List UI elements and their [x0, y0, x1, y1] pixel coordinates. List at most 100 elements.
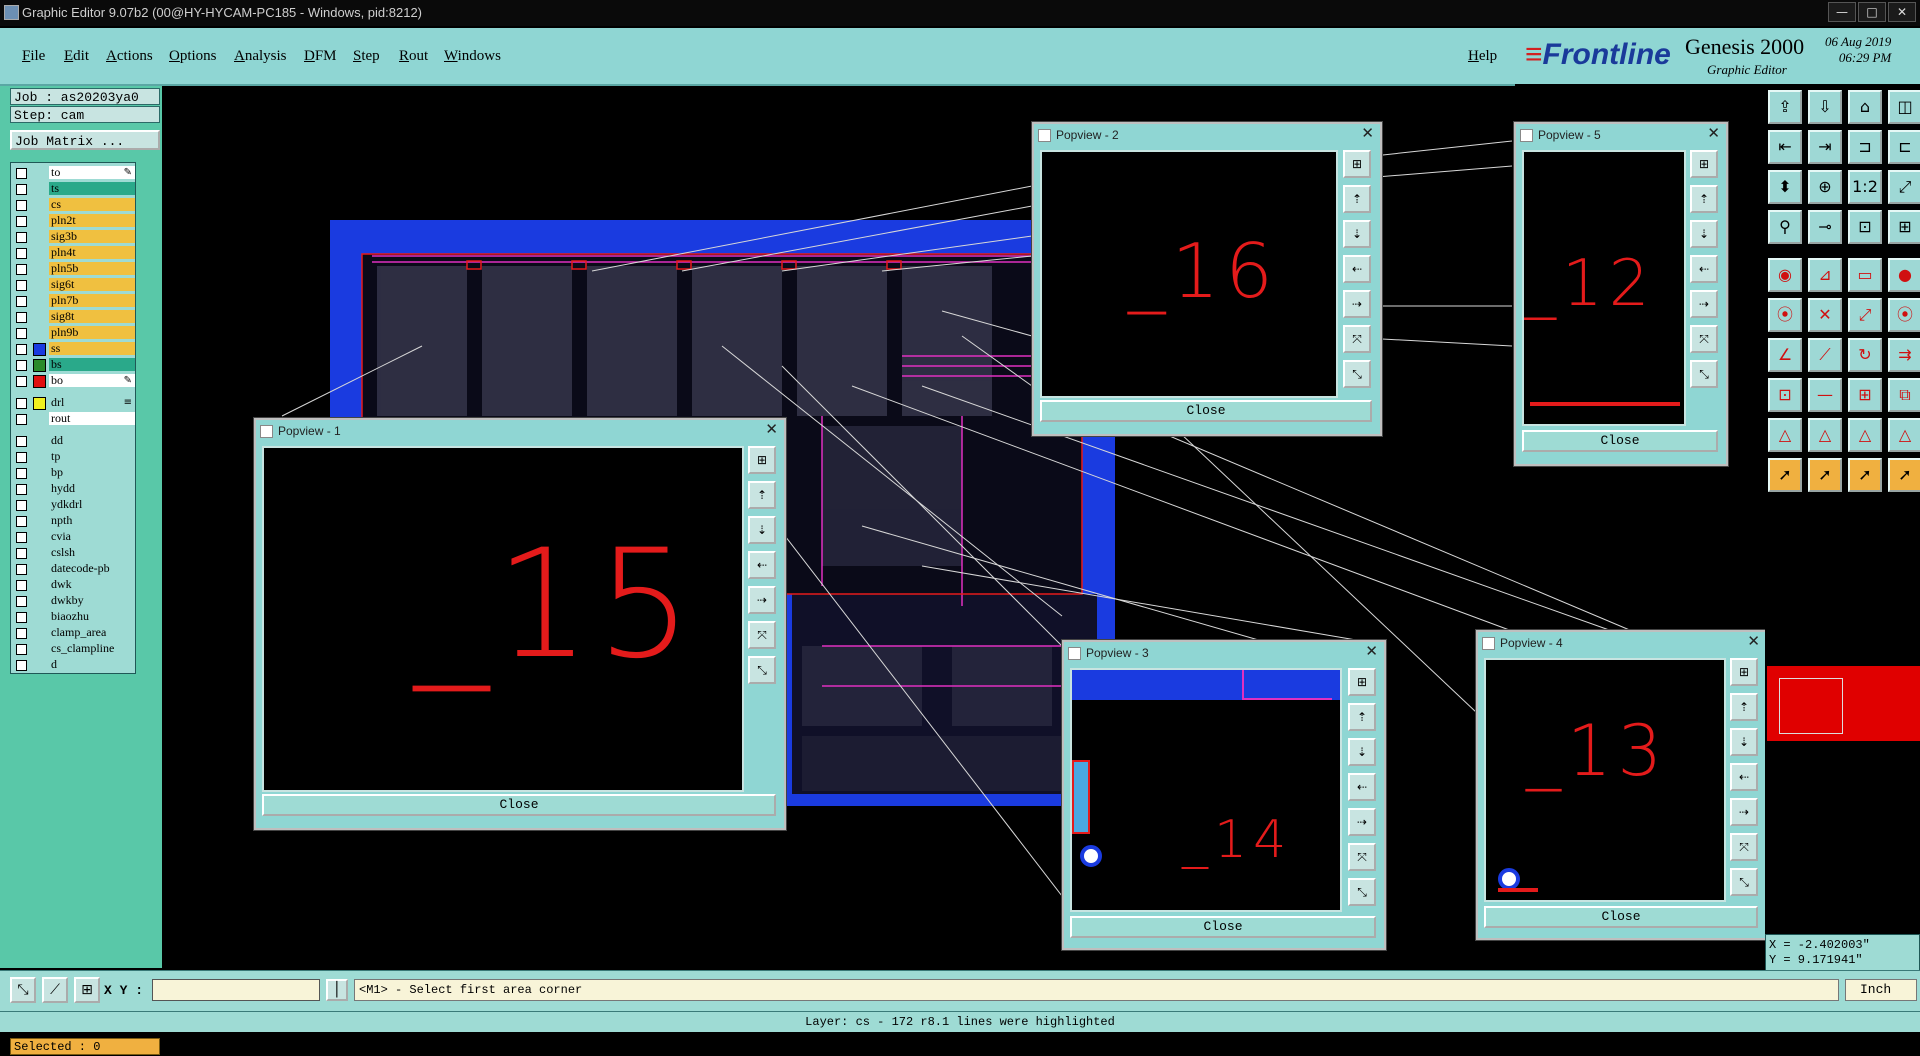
popview-side-button[interactable]: ⇢	[1730, 798, 1758, 826]
layer-checkbox[interactable]	[16, 248, 27, 259]
layer-name[interactable]: ts	[49, 182, 135, 195]
tool-button[interactable]: ⊡	[1848, 210, 1882, 244]
popview-side-button[interactable]: ⊞	[748, 446, 776, 474]
popview-side-button[interactable]: ⤧	[1730, 833, 1758, 861]
layer-checkbox[interactable]	[16, 500, 27, 511]
layer-name[interactable]: pln5b	[49, 262, 135, 275]
tool-button[interactable]: ⌂	[1848, 90, 1882, 124]
layer-row[interactable]: pln7b	[13, 294, 135, 308]
layer-checkbox[interactable]	[16, 360, 27, 371]
layer-row[interactable]: cslsh	[13, 546, 135, 560]
popview-2-titlebar[interactable]: Popview - 2 ✕	[1034, 124, 1380, 146]
layer-name[interactable]: sig8t	[49, 310, 135, 323]
popview-side-button[interactable]: ⇢	[748, 586, 776, 614]
popview-side-button[interactable]: ⊞	[1690, 150, 1718, 178]
layer-row[interactable]: sig8t	[13, 310, 135, 324]
close-icon[interactable]: ✕	[1365, 642, 1378, 660]
layer-row[interactable]: bp	[13, 466, 135, 480]
layer-row[interactable]: dwk	[13, 578, 135, 592]
tool-button[interactable]: ⤢	[1848, 298, 1882, 332]
grid-icon[interactable]: ⊞	[74, 977, 100, 1003]
menu-file[interactable]: File	[22, 48, 45, 65]
layer-row[interactable]: ss	[13, 342, 135, 356]
maximize-button[interactable]: □	[1858, 2, 1886, 22]
xy-input[interactable]	[152, 979, 320, 1001]
layer-name[interactable]: bs	[49, 358, 135, 371]
layer-row[interactable]: cvia	[13, 530, 135, 544]
layer-name[interactable]: tp	[49, 450, 135, 463]
layer-name[interactable]: npth	[49, 514, 135, 527]
tool-button[interactable]: ⧉	[1888, 378, 1920, 412]
layer-row[interactable]: pln2t	[13, 214, 135, 228]
layer-checkbox[interactable]	[16, 564, 27, 575]
tool-button[interactable]: ▭	[1848, 258, 1882, 292]
layer-row[interactable]: biaozhu	[13, 610, 135, 624]
layer-row[interactable]: bs	[13, 358, 135, 372]
layer-checkbox[interactable]	[16, 344, 27, 355]
layer-checkbox[interactable]	[16, 452, 27, 463]
layer-row[interactable]: pln5b	[13, 262, 135, 276]
popview-5[interactable]: Popview - 5 ✕ _12 ⊞ ⇡ ⇣ ⇠ ⇢ ⤧ ⤡ Close	[1514, 122, 1728, 466]
tool-button[interactable]: △	[1768, 418, 1802, 452]
layer-name[interactable]: cslsh	[49, 546, 135, 559]
layer-checkbox[interactable]	[16, 596, 27, 607]
popview-side-button[interactable]: ⤧	[1690, 325, 1718, 353]
layer-name[interactable]: pln7b	[49, 294, 135, 307]
layer-name[interactable]: ss	[49, 342, 135, 355]
popview-side-button[interactable]: ⊞	[1343, 150, 1371, 178]
tool-button[interactable]: ⚲	[1768, 210, 1802, 244]
tool-button[interactable]: ⇩	[1808, 90, 1842, 124]
popview-side-button[interactable]: ⇠	[1343, 255, 1371, 283]
popview-side-button[interactable]: ⊞	[1348, 668, 1376, 696]
close-icon[interactable]: ✕	[765, 420, 778, 438]
popview-side-button[interactable]: ⇡	[1690, 185, 1718, 213]
tool-button[interactable]: ⊐	[1848, 130, 1882, 164]
tool-button[interactable]: △	[1848, 418, 1882, 452]
tool-button[interactable]: ⊸	[1808, 210, 1842, 244]
tool-button[interactable]: △	[1808, 418, 1842, 452]
menu-edit[interactable]: Edit	[64, 48, 89, 65]
layer-checkbox[interactable]	[16, 468, 27, 479]
tool-button[interactable]: ➚	[1808, 458, 1842, 492]
menu-rout[interactable]: Rout	[399, 48, 428, 65]
layer-name[interactable]: to ✎	[49, 166, 135, 179]
layer-name[interactable]: pln2t	[49, 214, 135, 227]
layer-name[interactable]: biaozhu	[49, 610, 135, 623]
menu-options[interactable]: Options	[169, 48, 217, 65]
popview-3-titlebar[interactable]: Popview - 3 ✕	[1064, 642, 1384, 664]
close-icon[interactable]: ✕	[1747, 632, 1760, 650]
tool-button[interactable]: ⊏	[1888, 130, 1920, 164]
layer-name[interactable]: pln4t	[49, 246, 135, 259]
job-matrix-button[interactable]: Job Matrix ...	[10, 130, 160, 150]
popview-side-button[interactable]: ⤡	[1690, 360, 1718, 388]
layer-name[interactable]: bp	[49, 466, 135, 479]
tool-button[interactable]: ⇉	[1888, 338, 1920, 372]
layer-checkbox[interactable]	[16, 516, 27, 527]
popview-side-button[interactable]: ⇡	[1343, 185, 1371, 213]
units-selector[interactable]: Inch	[1845, 979, 1917, 1001]
layer-name[interactable]: sig3b	[49, 230, 135, 243]
tool-button[interactable]: ●	[1888, 258, 1920, 292]
layer-row[interactable]: cs	[13, 198, 135, 212]
layer-row[interactable]: to ✎	[13, 166, 135, 180]
layer-row[interactable]: ydkdrl	[13, 498, 135, 512]
layer-row[interactable]: bo ✎	[13, 374, 135, 388]
popview-side-button[interactable]: ⇢	[1343, 290, 1371, 318]
layer-name[interactable]: dwk	[49, 578, 135, 591]
layer-checkbox[interactable]	[16, 232, 27, 243]
tool-button[interactable]: ◫	[1888, 90, 1920, 124]
popview-4-view[interactable]: _13	[1484, 658, 1726, 902]
layer-row[interactable]: tp	[13, 450, 135, 464]
layer-name[interactable]: datecode-pb	[49, 562, 135, 575]
zoom-area-icon[interactable]: ⤡	[10, 977, 36, 1003]
layer-checkbox[interactable]	[16, 376, 27, 387]
popview-side-button[interactable]: ⇢	[1348, 808, 1376, 836]
layer-row[interactable]: drl ≡	[13, 396, 135, 410]
layer-name[interactable]: cvia	[49, 530, 135, 543]
tool-button[interactable]: ⇥	[1808, 130, 1842, 164]
layer-checkbox[interactable]	[16, 484, 27, 495]
popview-side-button[interactable]: ⇠	[1730, 763, 1758, 791]
layer-row[interactable]: sig6t	[13, 278, 135, 292]
popview-side-button[interactable]: ⇢	[1690, 290, 1718, 318]
popview-1[interactable]: Popview - 1 ✕ _15 ⊞ ⇡ ⇣ ⇠ ⇢ ⤧ ⤡ Close	[254, 418, 786, 830]
